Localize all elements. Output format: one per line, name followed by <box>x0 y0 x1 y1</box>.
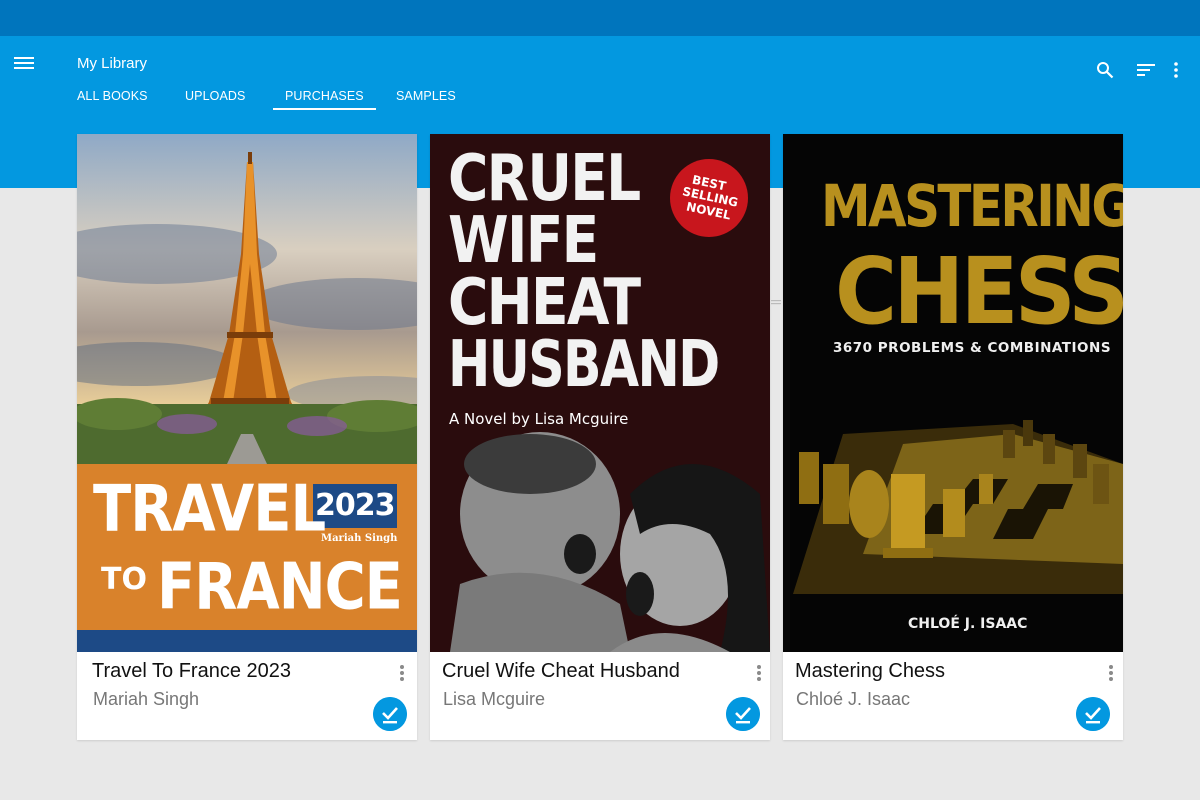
cover-author: Mariah Singh <box>321 533 398 544</box>
book-card[interactable]: MASTERING CHESS 3670 PROBLEMS & COMBINAT… <box>783 134 1123 740</box>
tab-samples[interactable]: SAMPLES <box>396 89 456 103</box>
download-check-icon <box>1076 697 1110 731</box>
book-author: Mariah Singh <box>93 689 200 709</box>
more-vert-icon[interactable] <box>1170 61 1182 79</box>
tab-indicator <box>273 108 376 110</box>
book-cover: TRAVEL 2023 Mariah Singh TO FRANCE <box>77 134 417 652</box>
cover-title-line: CHEAT <box>448 266 641 340</box>
download-check-icon <box>726 697 760 731</box>
tab-purchases[interactable]: PURCHASES <box>285 89 364 103</box>
cover-title-line: TO <box>101 562 147 597</box>
book-author: Lisa Mcguire <box>443 689 546 709</box>
cover-title-line: FRANCE <box>157 550 403 625</box>
sort-icon[interactable] <box>1136 63 1156 77</box>
cover-title-line: HUSBAND <box>448 328 720 402</box>
more-vert-icon[interactable] <box>397 663 407 683</box>
cover-author: CHLOÉ J. ISAAC <box>908 616 1028 632</box>
cover-subtitle: A Novel by Lisa Mcguire <box>449 410 629 428</box>
book-cover: MASTERING CHESS 3670 PROBLEMS & COMBINAT… <box>783 134 1123 652</box>
cover-subtitle: 3670 PROBLEMS & COMBINATIONS <box>833 340 1112 356</box>
drag-handle-icon[interactable] <box>770 296 782 308</box>
book-title: Mastering Chess <box>795 660 946 682</box>
book-title: Travel To France 2023 <box>92 660 291 682</box>
cover-title-line: TRAVEL <box>93 472 326 547</box>
cover-title-line: WIFE <box>448 204 599 278</box>
book-cover: CRUEL WIFE CHEAT HUSBAND A Novel by Lisa… <box>430 134 770 652</box>
search-icon[interactable] <box>1096 61 1114 79</box>
tab-all-books[interactable]: ALL BOOKS <box>77 89 148 103</box>
book-card[interactable]: TRAVEL 2023 Mariah Singh TO FRANCE Trave… <box>77 134 417 740</box>
tab-uploads[interactable]: UPLOADS <box>185 89 245 103</box>
menu-icon[interactable] <box>12 54 36 72</box>
book-title: Cruel Wife Cheat Husband <box>442 660 680 682</box>
cover-title-line: CHESS <box>835 238 1123 345</box>
more-vert-icon[interactable] <box>1106 663 1116 683</box>
more-vert-icon[interactable] <box>754 663 764 683</box>
cover-title-line: CRUEL <box>448 142 641 216</box>
book-card[interactable]: CRUEL WIFE CHEAT HUSBAND A Novel by Lisa… <box>430 134 770 740</box>
download-check-icon <box>373 697 407 731</box>
page-title: My Library <box>77 55 148 72</box>
book-author: Chloé J. Isaac <box>796 689 911 709</box>
cover-title-line: MASTERING <box>821 172 1123 240</box>
status-bar <box>0 0 1200 36</box>
cover-year: 2023 <box>315 488 395 523</box>
